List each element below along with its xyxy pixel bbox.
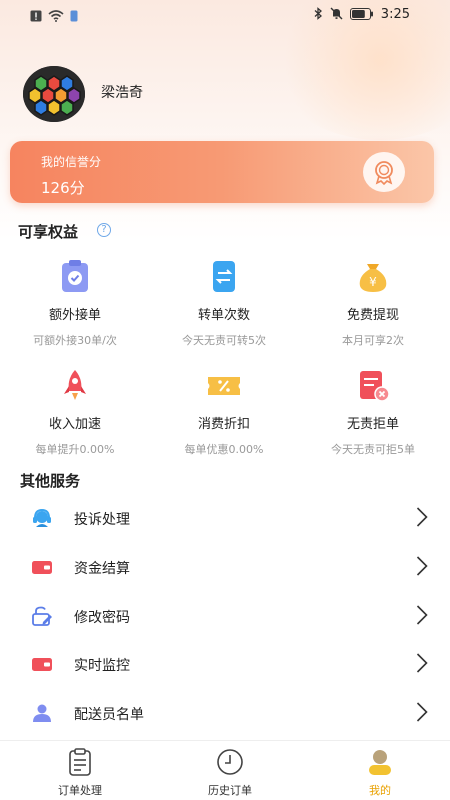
nav-label: 订单处理 <box>58 784 102 797</box>
benefit-desc: 本月可享2次 <box>342 334 404 347</box>
person-icon <box>31 703 53 723</box>
sim-icon <box>70 7 78 26</box>
service-label: 修改密码 <box>74 610 130 626</box>
wallet-icon <box>31 557 53 577</box>
benefit-consumption-discount[interactable]: 消费折扣 每单优惠0.00% <box>149 367 299 457</box>
service-change-password[interactable]: 修改密码 <box>0 592 450 640</box>
credit-score-value: 126分 <box>41 179 85 197</box>
avatar[interactable] <box>23 66 85 122</box>
help-icon[interactable]: ? <box>97 223 111 237</box>
benefit-free-withdrawal[interactable]: ¥ 免费提现 本月可享2次 <box>298 258 448 348</box>
benefit-name: 免费提现 <box>346 308 399 323</box>
clipboard-check-icon <box>56 258 94 296</box>
chevron-right-icon <box>416 555 428 577</box>
transfer-card-icon <box>205 258 243 296</box>
service-label: 配送员名单 <box>74 707 144 723</box>
chevron-right-icon <box>416 604 428 626</box>
benefit-desc: 每单提升0.00% <box>35 443 115 456</box>
chevron-right-icon <box>416 701 428 723</box>
battery-icon <box>349 5 374 24</box>
svg-text:¥: ¥ <box>369 275 377 289</box>
benefit-desc: 今天无责可拒5单 <box>331 443 415 456</box>
clock-icon <box>215 747 245 777</box>
wifi-icon <box>48 7 64 26</box>
clock-time: 3:25 <box>380 7 410 22</box>
discount-ticket-icon <box>205 367 243 405</box>
benefit-name: 收入加速 <box>48 417 101 432</box>
services-section-title: 其他服务 <box>20 472 81 490</box>
benefit-extra-orders[interactable]: 额外接单 可额外接30单/次 <box>0 258 150 348</box>
benefit-name: 额外接单 <box>48 308 101 323</box>
nav-mine[interactable]: 我的 <box>330 747 430 798</box>
header-background <box>0 0 450 240</box>
medal-icon <box>363 152 405 192</box>
nav-label: 我的 <box>369 784 391 797</box>
bluetooth-icon <box>313 5 323 24</box>
order-clipboard-icon <box>65 747 95 777</box>
service-label: 资金结算 <box>74 561 130 577</box>
chevron-right-icon <box>416 506 428 528</box>
reject-doc-icon <box>354 367 392 405</box>
profile-icon <box>365 747 395 777</box>
service-complaint-handling[interactable]: 投诉处理 <box>0 494 450 542</box>
benefit-name: 无责拒单 <box>346 417 399 432</box>
username: 梁浩奇 <box>101 85 143 101</box>
service-courier-list[interactable]: 配送员名单 <box>0 689 450 737</box>
credit-score-label: 我的信誉分 <box>41 155 102 169</box>
monitor-wallet-icon <box>31 654 53 674</box>
nav-order-processing[interactable]: 订单处理 <box>30 747 130 798</box>
bottom-nav: 订单处理 历史订单 我的 <box>0 740 450 800</box>
rocket-icon <box>56 367 94 405</box>
nav-order-history[interactable]: 历史订单 <box>180 747 280 798</box>
benefit-desc: 可额外接30单/次 <box>33 334 117 347</box>
benefit-income-boost[interactable]: 收入加速 每单提升0.00% <box>0 367 150 457</box>
benefit-name: 转单次数 <box>197 308 250 323</box>
benefit-desc: 每单优惠0.00% <box>184 443 264 456</box>
benefit-transfer-count[interactable]: 转单次数 今天无责可转5次 <box>149 258 299 348</box>
benefit-desc: 今天无责可转5次 <box>182 334 266 347</box>
credit-score-card[interactable]: 我的信誉分 126分 <box>10 141 434 203</box>
benefit-name: 消费折扣 <box>197 417 250 432</box>
mute-bell-icon <box>330 5 343 24</box>
service-realtime-monitoring[interactable]: 实时监控 <box>0 640 450 688</box>
customer-service-icon <box>31 508 53 528</box>
status-bar: 3:25 <box>0 0 450 28</box>
lock-edit-icon <box>31 606 53 626</box>
money-bag-icon: ¥ <box>354 258 392 296</box>
service-fund-settlement[interactable]: 资金结算 <box>0 543 450 591</box>
service-label: 投诉处理 <box>74 512 130 528</box>
benefits-section-title: 可享权益 <box>18 223 79 241</box>
chevron-right-icon <box>416 652 428 674</box>
benefit-no-fault-reject[interactable]: 无责拒单 今天无责可拒5单 <box>298 367 448 457</box>
alert-icon <box>30 7 42 26</box>
service-label: 实时监控 <box>74 658 130 674</box>
nav-label: 历史订单 <box>208 784 252 797</box>
